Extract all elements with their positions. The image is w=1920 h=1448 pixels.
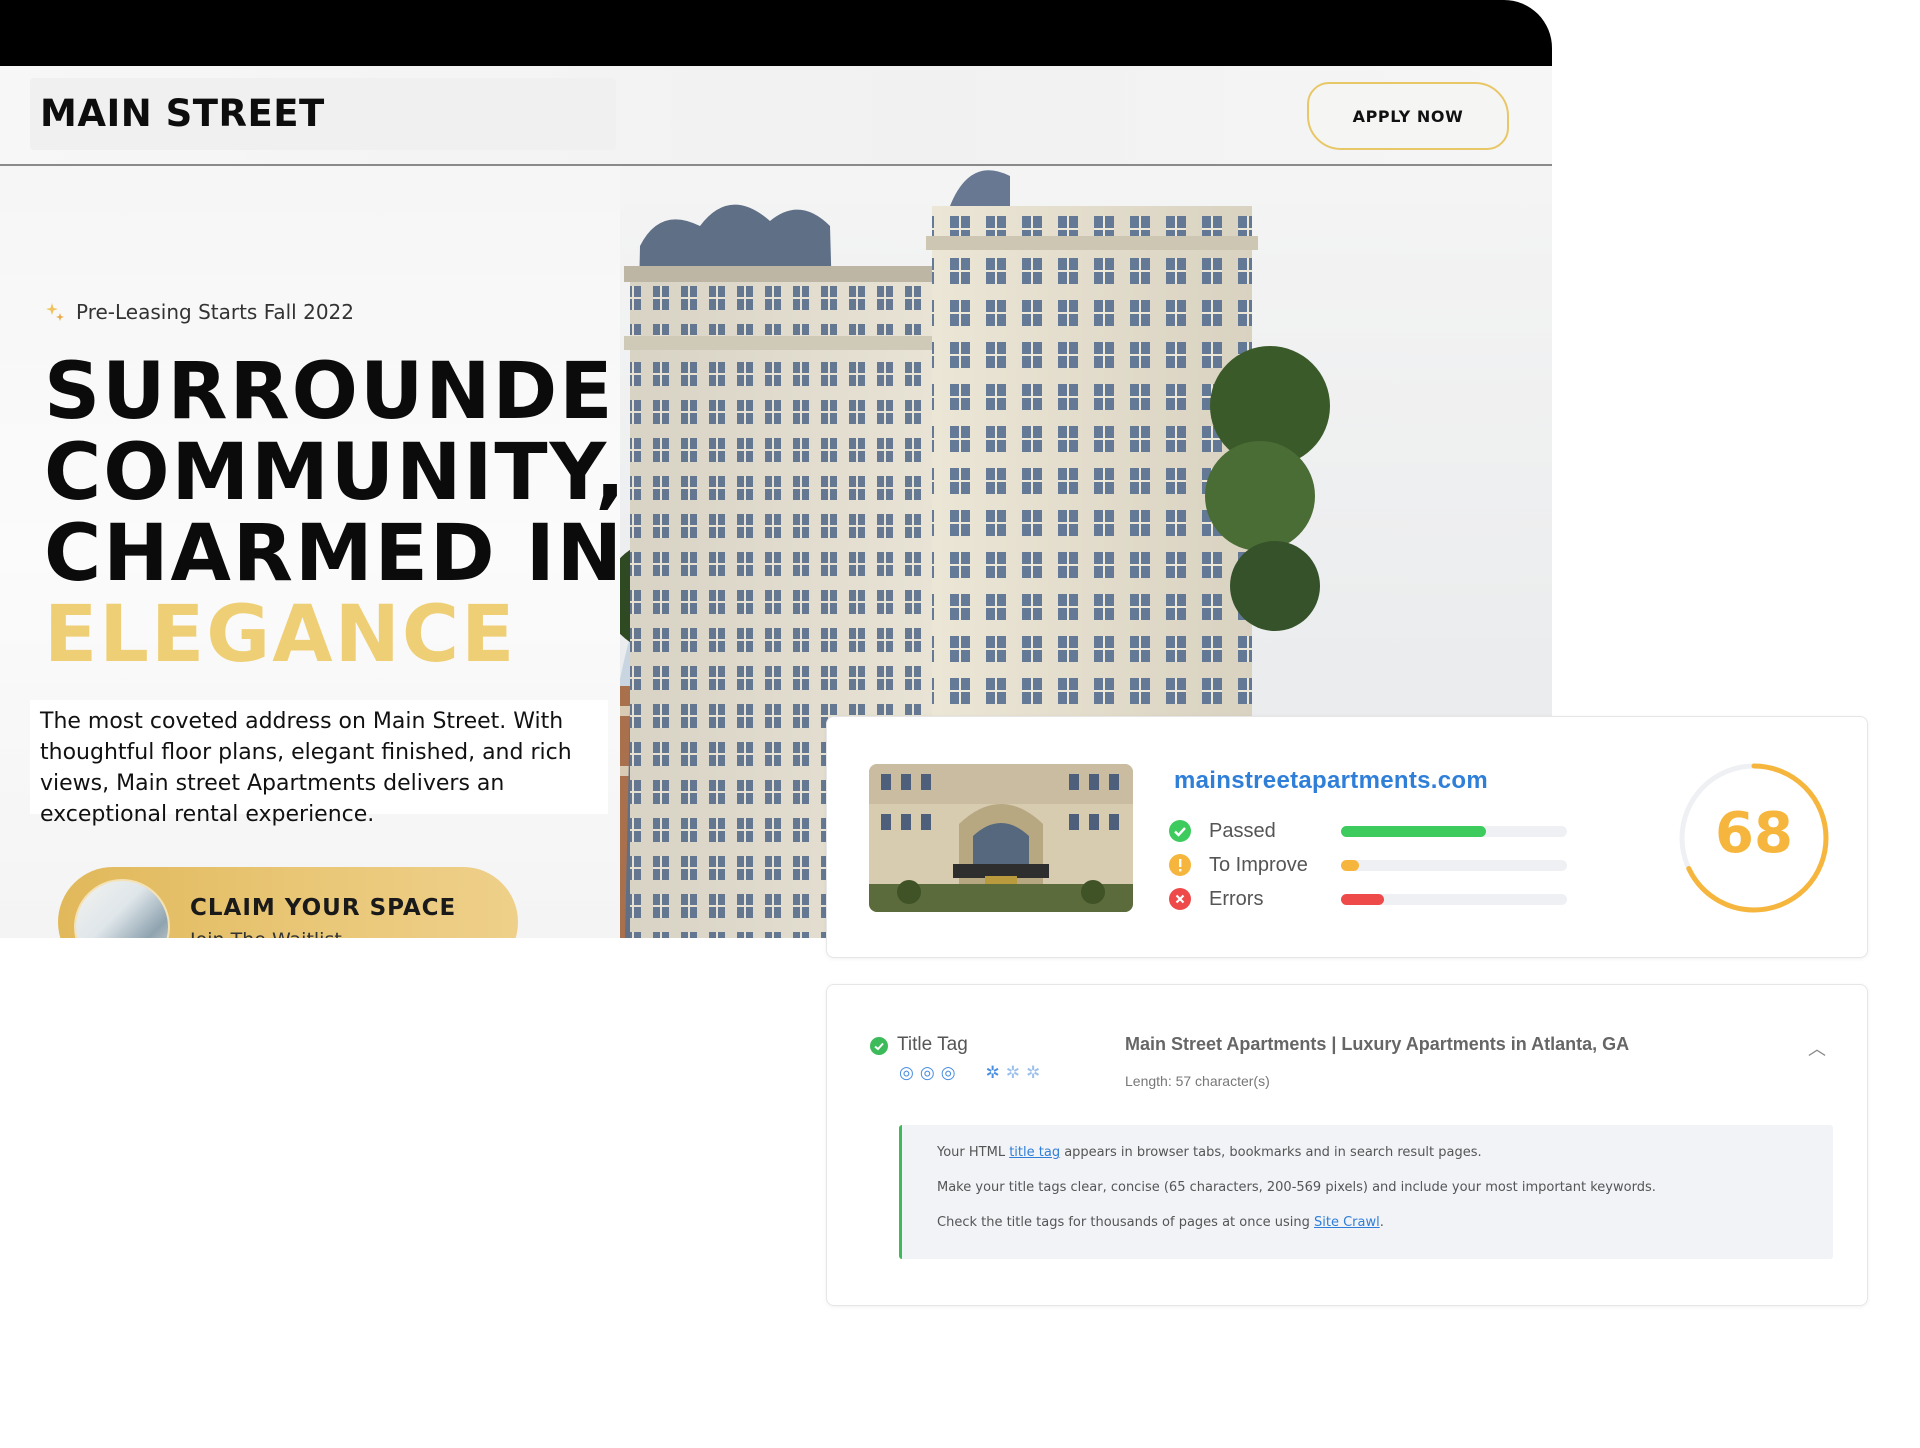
title-tag-label: Title Tag <box>897 1034 968 1055</box>
info-text: Your HTML <box>937 1145 1010 1160</box>
title-tag-check-icon <box>870 1037 888 1055</box>
info-text: Check the title tags for thousands of pa… <box>937 1215 1314 1230</box>
title-tag-length: Length: 57 character(s) <box>1125 1073 1270 1089</box>
error-x-icon <box>1169 888 1191 910</box>
info-line-3: Check the title tags for thousands of pa… <box>937 1213 1833 1233</box>
target-icon: ◎ <box>899 1063 914 1082</box>
title-tag-rating-icons: ◎ ◎ ◎ ✲ ✲ ✲ <box>899 1064 1040 1082</box>
info-line-2: Make your title tags clear, concise (65 … <box>937 1180 1656 1195</box>
sparkle-icon <box>46 303 64 321</box>
metric-label-passed: Passed <box>1209 820 1276 842</box>
seo-score-card: mainstreetapartments.com Passed To Impro… <box>826 716 1868 958</box>
gear-icon: ✲ <box>1005 1063 1021 1082</box>
metric-label-errors: Errors <box>1209 888 1264 910</box>
info-text: . <box>1379 1215 1384 1230</box>
metric-errors: Errors <box>1169 887 1567 911</box>
claim-thumbnail-image <box>74 879 170 938</box>
warning-icon <box>1169 854 1191 876</box>
passed-progress-bar <box>1341 826 1567 837</box>
site-brand-logo[interactable]: MAIN STREET APARTMENTS <box>30 78 616 207</box>
site-thumbnail <box>869 764 1133 912</box>
claim-subtitle: Join The Waitlist <box>190 929 342 938</box>
info-line-1: Your HTML title tag appears in browser t… <box>937 1143 1833 1163</box>
metric-passed: Passed <box>1169 819 1567 843</box>
site-domain-link[interactable]: mainstreetapartments.com <box>1174 767 1488 795</box>
passed-check-icon <box>1169 820 1191 842</box>
metric-label-to-improve: To Improve <box>1209 854 1308 876</box>
chevron-up-icon[interactable]: ︿ <box>1808 1035 1826 1061</box>
gear-icon: ✲ <box>1026 1063 1041 1082</box>
device-top-bar <box>0 0 1552 66</box>
claim-your-space-button[interactable]: CLAIM YOUR SPACE Join The Waitlist <box>58 867 518 938</box>
title-tag-link[interactable]: title tag <box>1009 1145 1060 1160</box>
site-header: MAIN STREET APARTMENTS APPLY NOW <box>0 66 1552 207</box>
target-icon: ◎ <box>919 1063 935 1082</box>
pre-leasing-eyebrow: Pre-Leasing Starts Fall 2022 <box>44 300 354 324</box>
title-tag-info-box: Your HTML title tag appears in browser t… <box>899 1125 1833 1259</box>
title-tag-card: Title Tag ◎ ◎ ◎ ✲ ✲ ✲ Main Street Apartm… <box>826 984 1868 1306</box>
info-text: appears in browser tabs, bookmarks and i… <box>1060 1145 1482 1160</box>
to-improve-progress-bar <box>1341 860 1567 871</box>
errors-progress-bar <box>1341 894 1567 905</box>
score-value: 68 <box>1715 801 1793 866</box>
site-crawl-link[interactable]: Site Crawl <box>1314 1215 1380 1230</box>
title-tag-value: Main Street Apartments | Luxury Apartmen… <box>1125 1034 1630 1054</box>
metric-to-improve: To Improve <box>1169 853 1567 877</box>
target-icon: ◎ <box>940 1063 956 1082</box>
hero-description: The most coveted address on Main Street.… <box>30 700 608 827</box>
pre-leasing-text: Pre-Leasing Starts Fall 2022 <box>76 300 354 324</box>
claim-title: CLAIM YOUR SPACE <box>190 895 457 921</box>
apply-now-button[interactable]: APPLY NOW <box>1307 82 1509 150</box>
gear-icon: ✲ <box>985 1063 1000 1082</box>
